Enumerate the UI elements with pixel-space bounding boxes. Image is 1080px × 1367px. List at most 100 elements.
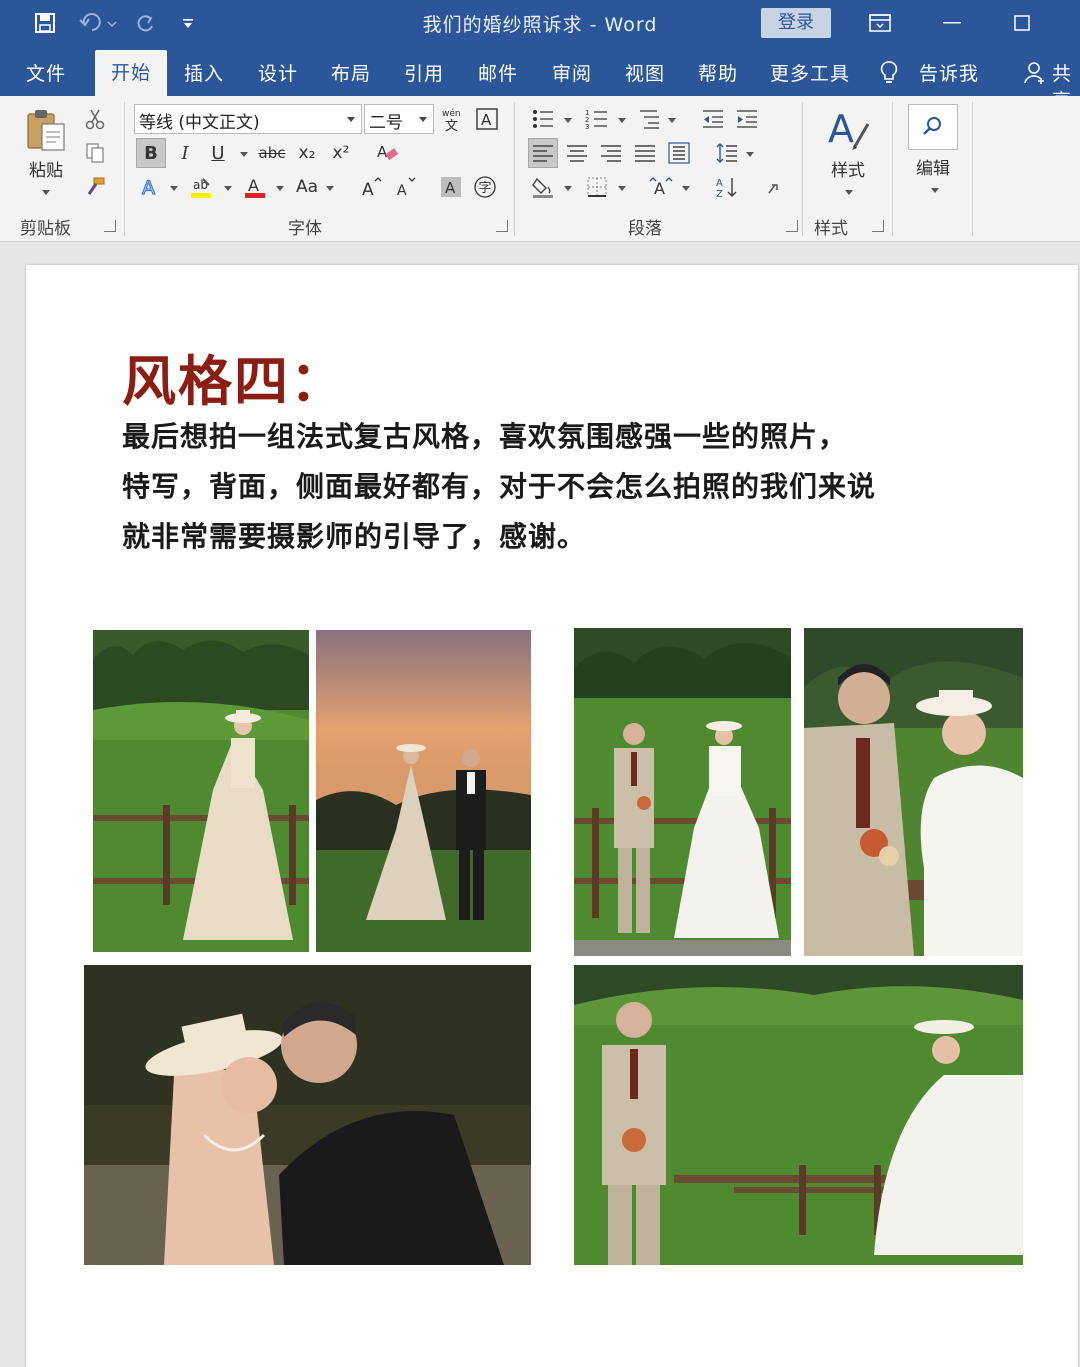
- tab-file[interactable]: 文件: [26, 59, 66, 86]
- tab-help[interactable]: 帮助: [698, 59, 738, 86]
- shrink-font-icon[interactable]: A: [390, 172, 420, 202]
- highlight-dropdown-icon[interactable]: [224, 186, 232, 191]
- tab-review[interactable]: 审阅: [552, 59, 592, 86]
- document-area: 风格四： 最后想拍一组法式复古风格，喜欢氛围感强一些的照片， 特写，背面，侧面最…: [0, 242, 1080, 1367]
- character-border-icon[interactable]: A: [472, 104, 502, 134]
- decrease-indent-icon[interactable]: [698, 104, 728, 134]
- tab-mailings[interactable]: 邮件: [478, 59, 518, 86]
- numbering-dropdown-icon[interactable]: [618, 118, 626, 123]
- change-case-dropdown-icon[interactable]: [326, 186, 334, 191]
- borders-dropdown-icon[interactable]: [618, 186, 626, 191]
- justify-icon[interactable]: [630, 138, 660, 168]
- share-user-icon[interactable]: [1024, 61, 1046, 89]
- clipboard-launcher-icon[interactable]: [104, 220, 116, 232]
- enclose-characters-icon[interactable]: 字: [470, 172, 500, 202]
- bold-button[interactable]: B: [136, 138, 166, 168]
- font-size-combo[interactable]: 二号: [364, 104, 434, 134]
- phonetic-guide-icon[interactable]: wén 文: [438, 104, 468, 134]
- svg-text:A: A: [248, 176, 259, 195]
- tab-references[interactable]: 引用: [404, 59, 444, 86]
- photo-bride-field[interactable]: [93, 630, 309, 952]
- paragraph-line: 最后想拍一组法式复古风格，喜欢氛围感强一些的照片，: [122, 420, 848, 453]
- ribbon-display-options-icon[interactable]: [860, 8, 900, 38]
- styles-launcher-icon[interactable]: [872, 220, 884, 232]
- numbering-icon[interactable]: 123: [582, 104, 612, 134]
- underline-button[interactable]: U: [203, 138, 233, 168]
- paste-icon[interactable]: [22, 106, 70, 154]
- distributed-icon[interactable]: [664, 138, 694, 168]
- photo-couple-fence[interactable]: [574, 628, 791, 956]
- clear-formatting-icon[interactable]: A: [372, 138, 402, 168]
- asian-layout-icon[interactable]: A: [646, 172, 676, 202]
- align-left-icon[interactable]: [528, 138, 558, 168]
- bullets-icon[interactable]: [528, 104, 558, 134]
- photo-couple-closeup[interactable]: [804, 628, 1023, 956]
- svg-text:A: A: [716, 178, 723, 189]
- shading-dropdown-icon[interactable]: [564, 186, 572, 191]
- change-case-button[interactable]: Aa: [290, 172, 324, 202]
- line-spacing-icon[interactable]: [712, 138, 742, 168]
- tab-layout[interactable]: 布局: [331, 59, 371, 86]
- paragraph-launcher-icon[interactable]: [786, 220, 798, 232]
- styles-label[interactable]: 样式: [820, 156, 876, 181]
- photo-couple-wide-field[interactable]: [574, 965, 1023, 1265]
- tab-home[interactable]: 开始: [95, 50, 168, 98]
- cut-icon[interactable]: [80, 104, 110, 134]
- sort-icon[interactable]: AZ: [712, 172, 742, 202]
- highlight-color-icon[interactable]: ab: [186, 172, 216, 202]
- svg-text:A: A: [397, 183, 407, 199]
- maximize-icon[interactable]: [1002, 8, 1042, 38]
- asian-layout-dropdown-icon[interactable]: [682, 186, 690, 191]
- font-color-dropdown-icon[interactable]: [276, 186, 284, 191]
- find-icon[interactable]: [908, 104, 958, 150]
- tell-me-search[interactable]: 告诉我: [919, 59, 979, 86]
- font-size-value: 二号: [369, 113, 403, 133]
- login-button[interactable]: 登录: [761, 8, 831, 38]
- paragraph-line: 特写，背面，侧面最好都有，对于不会怎么拍照的我们来说: [122, 470, 877, 503]
- svg-text:A: A: [377, 143, 388, 161]
- grow-font-icon[interactable]: A: [356, 172, 386, 202]
- paragraph-group-label: 段落: [628, 219, 662, 239]
- strikethrough-button[interactable]: abc: [254, 138, 290, 168]
- font-launcher-icon[interactable]: [496, 220, 508, 232]
- photo-hat-kiss[interactable]: [84, 965, 531, 1265]
- borders-icon[interactable]: [582, 172, 612, 202]
- document-page[interactable]: 风格四： 最后想拍一组法式复古风格，喜欢氛围感强一些的照片， 特写，背面，侧面最…: [26, 265, 1078, 1367]
- font-name-combo[interactable]: 等线 (中文正文): [134, 104, 362, 134]
- increase-indent-icon[interactable]: [732, 104, 762, 134]
- minimize-icon[interactable]: [932, 8, 972, 38]
- bullets-dropdown-icon[interactable]: [564, 118, 572, 123]
- subscript-button[interactable]: x₂: [292, 138, 322, 168]
- format-painter-icon[interactable]: [80, 172, 110, 202]
- svg-text:3: 3: [585, 123, 589, 131]
- editing-label[interactable]: 编辑: [908, 154, 958, 179]
- italic-button[interactable]: I: [170, 138, 200, 168]
- photo-couple-sunset[interactable]: [316, 630, 531, 952]
- align-right-icon[interactable]: [596, 138, 626, 168]
- copy-icon[interactable]: [80, 138, 110, 168]
- shading-icon[interactable]: [528, 172, 558, 202]
- styles-icon[interactable]: A: [820, 104, 876, 154]
- clipboard-group-label: 剪贴板: [20, 219, 71, 239]
- align-center-icon[interactable]: [562, 138, 592, 168]
- tab-insert[interactable]: 插入: [184, 59, 224, 86]
- tab-design[interactable]: 设计: [258, 59, 298, 86]
- svg-text:ab: ab: [193, 178, 208, 192]
- tab-more-tools[interactable]: 更多工具: [770, 59, 850, 86]
- show-formatting-marks-icon[interactable]: [760, 172, 790, 202]
- text-effects-icon[interactable]: A: [136, 172, 166, 202]
- line-spacing-dropdown-icon[interactable]: [746, 152, 754, 157]
- paste-dropdown-icon[interactable]: [42, 190, 50, 195]
- editing-dropdown-icon[interactable]: [931, 188, 939, 193]
- svg-text:Z: Z: [716, 189, 723, 199]
- font-color-icon[interactable]: A: [240, 172, 270, 202]
- superscript-button[interactable]: x²: [326, 138, 356, 168]
- multilevel-list-icon[interactable]: [634, 104, 664, 134]
- paste-label[interactable]: 粘贴: [22, 156, 70, 181]
- underline-dropdown-icon[interactable]: [240, 152, 248, 157]
- character-shading-icon[interactable]: A: [436, 172, 466, 202]
- styles-dropdown-icon[interactable]: [845, 190, 853, 195]
- text-effects-dropdown-icon[interactable]: [170, 186, 178, 191]
- multilevel-list-dropdown-icon[interactable]: [668, 118, 676, 123]
- tab-view[interactable]: 视图: [625, 59, 665, 86]
